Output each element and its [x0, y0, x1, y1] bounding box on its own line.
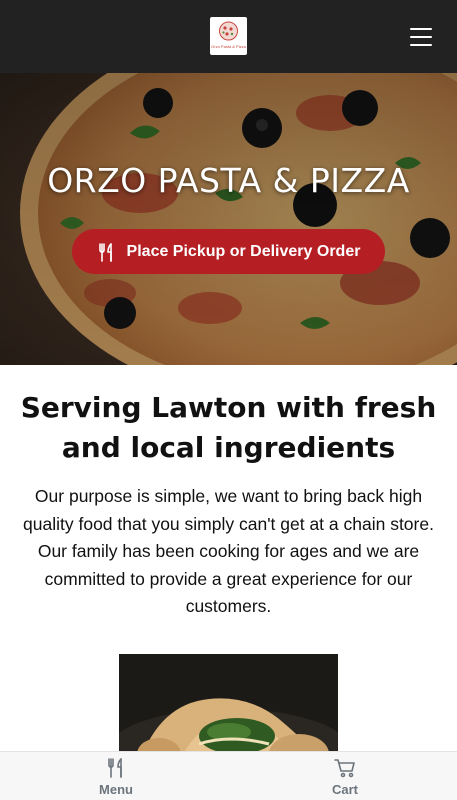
pizza-background-image — [0, 73, 457, 365]
hero-banner: ORZO PASTA & PIZZA Place Pickup or Deliv… — [0, 73, 457, 365]
fork-knife-icon — [108, 758, 122, 778]
bottom-nav: Menu Cart — [0, 751, 457, 800]
hamburger-icon[interactable] — [404, 24, 438, 50]
place-order-label: Place Pickup or Delivery Order — [126, 242, 361, 260]
brand-logo[interactable]: Orzo Pasta & Pizza — [210, 17, 247, 55]
hamburger-line — [410, 44, 432, 46]
place-order-button[interactable]: Place Pickup or Delivery Order — [72, 229, 385, 274]
intro-headline: Serving Lawton with fresh and local ingr… — [20, 391, 437, 464]
hero-title: ORZO PASTA & PIZZA — [47, 161, 410, 200]
calzone-image — [119, 654, 338, 764]
nav-menu[interactable]: Menu — [86, 752, 146, 800]
logo-graphic: Orzo Pasta & Pizza — [211, 21, 247, 49]
food-photo — [119, 654, 338, 764]
nav-cart[interactable]: Cart — [315, 752, 375, 800]
intro-paragraph: Our purpose is simple, we want to bring … — [23, 486, 434, 616]
cart-icon — [334, 759, 355, 778]
hamburger-line — [410, 36, 432, 38]
hamburger-line — [410, 28, 432, 30]
nav-cart-label: Cart — [331, 782, 358, 797]
intro-section: Serving Lawton with fresh and local ingr… — [0, 365, 457, 621]
svg-text:Orzo Pasta & Pizza: Orzo Pasta & Pizza — [211, 44, 246, 49]
top-navbar: Orzo Pasta & Pizza — [0, 0, 457, 73]
fork-knife-icon — [98, 242, 112, 262]
nav-menu-label: Menu — [99, 782, 133, 797]
